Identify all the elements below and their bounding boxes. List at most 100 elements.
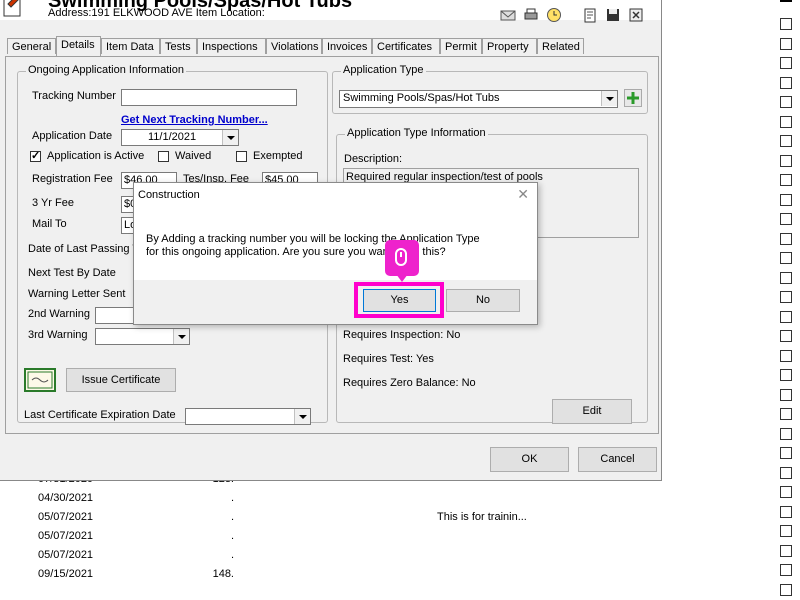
print-icon[interactable]	[523, 7, 539, 23]
row-checkbox[interactable]	[780, 369, 792, 381]
ongoing-group-label: Ongoing Application Information	[26, 64, 186, 76]
row-checkbox[interactable]	[780, 447, 792, 459]
exempted-checkbox[interactable]	[236, 151, 247, 162]
row-checkbox[interactable]	[780, 291, 792, 303]
row-checkbox[interactable]	[780, 505, 792, 518]
tab-inspections[interactable]: Inspections	[197, 38, 266, 54]
tab-certificates[interactable]: Certificates	[372, 38, 440, 54]
row-amount: 148.	[212, 568, 234, 580]
row-checkbox[interactable]	[780, 564, 792, 576]
close-icon[interactable]: ✕	[517, 186, 529, 203]
confirmation-dialog: Construction ✕ By Adding a tracking numb…	[133, 182, 538, 325]
row-checkbox[interactable]	[780, 525, 792, 537]
row-checkbox[interactable]	[780, 174, 792, 186]
row-checkbox[interactable]	[780, 427, 792, 440]
row-checkbox[interactable]	[780, 76, 792, 89]
table-row: 04/30/2021.	[0, 489, 780, 508]
warning-sent-label: Warning Letter Sent	[28, 288, 126, 300]
row-checkbox[interactable]	[780, 18, 792, 30]
application-type-select[interactable]: Swimming Pools/Spas/Hot Tubs	[339, 90, 618, 108]
mouse-icon	[395, 248, 407, 266]
row-checkbox[interactable]	[780, 486, 792, 498]
third-warning-picker[interactable]	[95, 328, 190, 345]
cursor-indicator	[385, 240, 419, 282]
tab-general[interactable]: General	[7, 38, 56, 54]
third-warning-label: 3rd Warning	[28, 329, 88, 341]
tab-tests[interactable]: Tests	[160, 38, 197, 54]
cancel-button[interactable]: Cancel	[578, 447, 657, 472]
tab-invoices[interactable]: Invoices	[322, 38, 372, 54]
clock-icon[interactable]	[546, 7, 562, 23]
no-button[interactable]: No	[446, 289, 520, 312]
mail-icon[interactable]	[500, 7, 516, 23]
edit-button[interactable]: Edit	[552, 399, 632, 424]
row-checkbox[interactable]	[780, 37, 792, 50]
new-document-icon[interactable]	[582, 7, 598, 23]
save-icon[interactable]	[605, 7, 621, 23]
row-checkbox[interactable]	[780, 193, 792, 206]
row-checkbox[interactable]	[780, 213, 792, 225]
last-cert-expiration-picker[interactable]	[185, 408, 311, 425]
tab-permit[interactable]: Permit	[440, 38, 482, 54]
three-yr-fee-label: 3 Yr Fee	[32, 197, 74, 209]
row-amount: .	[230, 530, 234, 542]
second-warning-picker[interactable]	[95, 307, 135, 324]
tracking-number-label: Tracking Number	[32, 90, 116, 102]
get-next-tracking-link[interactable]: Get Next Tracking Number...	[121, 114, 268, 126]
description-label: Description:	[344, 153, 403, 165]
second-warning-label: 2nd Warning	[28, 308, 90, 320]
row-checkbox[interactable]	[780, 135, 792, 147]
ok-button[interactable]: OK	[490, 447, 569, 472]
waived-label: Waived	[175, 150, 212, 162]
row-checkbox[interactable]	[780, 544, 792, 557]
row-note: This is for trainin...	[437, 511, 527, 523]
add-icon[interactable]	[624, 89, 642, 107]
dialog-message-line-1: By Adding a tracking number you will be …	[146, 233, 480, 245]
table-row: 05/07/2021.	[0, 527, 780, 546]
chevron-down-icon[interactable]	[173, 329, 189, 344]
application-date-value: 11/1/2021	[148, 131, 197, 143]
tab-property[interactable]: Property	[482, 38, 537, 54]
chevron-down-icon[interactable]	[601, 91, 617, 106]
issue-certificate-button[interactable]: Issue Certificate	[66, 368, 176, 392]
row-checkbox[interactable]	[780, 154, 792, 167]
row-checkbox[interactable]	[780, 408, 792, 420]
row-checkbox[interactable]	[780, 330, 792, 342]
tab-related[interactable]: Related	[537, 38, 584, 54]
application-date-picker[interactable]: 11/1/2021	[121, 129, 239, 146]
dialog-content: Construction ✕ By Adding a tracking numb…	[134, 183, 537, 280]
last-passing-test-label: Date of Last Passing T	[28, 243, 140, 255]
application-type-group-label: Application Type	[341, 64, 426, 76]
tab-item-data[interactable]: Item Data	[101, 38, 160, 54]
app-logo-icon	[3, 0, 21, 17]
close-window-icon[interactable]	[628, 7, 644, 23]
row-checkbox[interactable]	[780, 115, 792, 128]
registration-fee-label: Registration Fee	[32, 173, 113, 185]
row-checkbox[interactable]	[780, 96, 792, 108]
row-checkbox[interactable]	[780, 466, 792, 479]
row-checkbox[interactable]	[780, 252, 792, 264]
tracking-number-input[interactable]	[121, 89, 297, 106]
address-line: Address:191 ELKWOOD AVE Item Location:	[48, 7, 265, 19]
row-checkbox[interactable]	[780, 349, 792, 362]
row-checkbox[interactable]	[780, 310, 792, 323]
row-checkbox[interactable]	[780, 232, 792, 245]
tab-violations[interactable]: Violations	[266, 38, 322, 54]
row-date: 05/07/2021	[38, 511, 94, 523]
requires-inspection-text: Requires Inspection: No	[343, 329, 461, 341]
chevron-down-icon[interactable]	[222, 130, 238, 145]
application-active-checkbox[interactable]	[30, 149, 41, 162]
row-amount: .	[230, 492, 234, 504]
application-date-label: Application Date	[32, 130, 113, 142]
last-cert-expiration-label: Last Certificate Expiration Date	[24, 409, 176, 421]
row-checkbox[interactable]	[780, 57, 792, 69]
chevron-down-icon[interactable]	[294, 409, 310, 424]
mail-to-label: Mail To	[32, 218, 67, 230]
top-border-line	[780, 0, 792, 2]
row-checkbox[interactable]	[780, 271, 792, 284]
row-checkbox[interactable]	[780, 583, 792, 596]
row-checkbox[interactable]	[780, 388, 792, 401]
tab-details[interactable]: Details	[56, 36, 101, 56]
table-row: 09/15/2021 148.	[0, 565, 780, 584]
waived-checkbox[interactable]	[158, 151, 169, 162]
